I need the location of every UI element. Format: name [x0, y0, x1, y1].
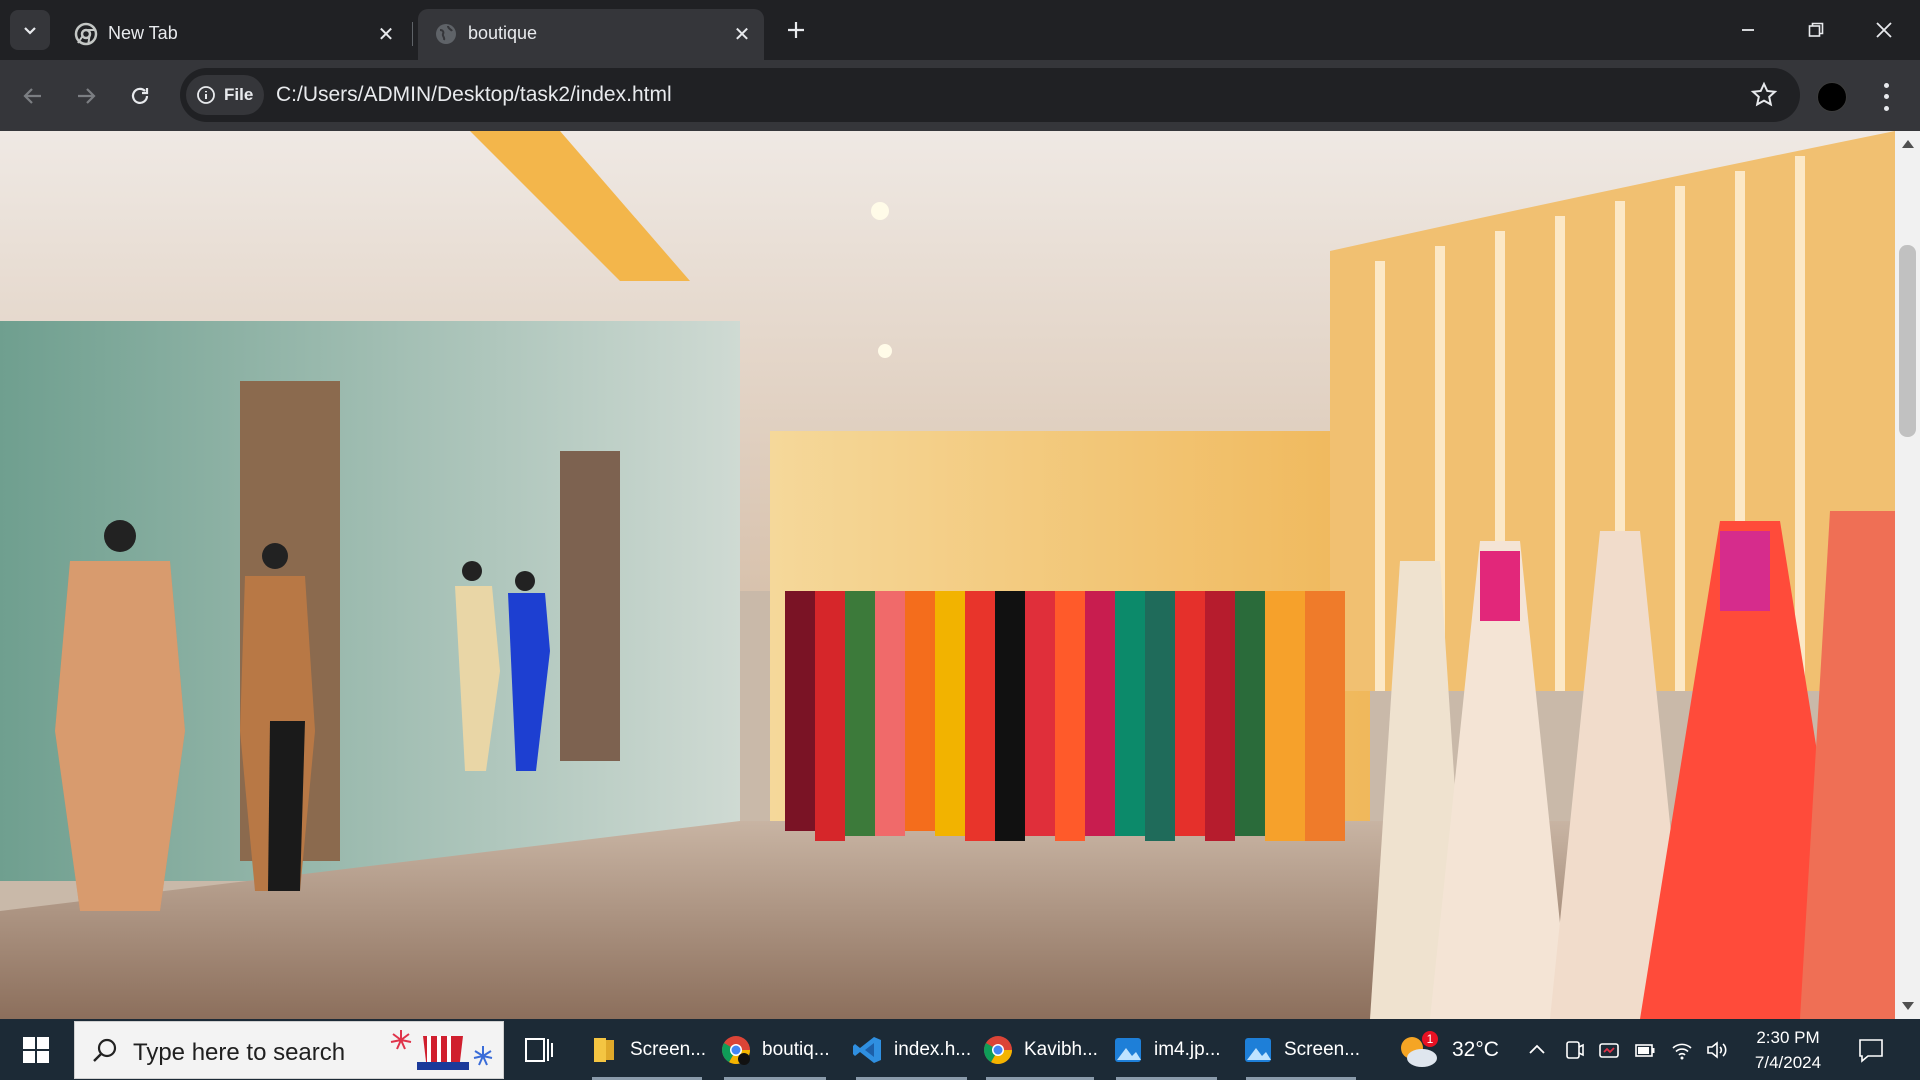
tab-title: boutique [468, 23, 538, 43]
site-chip-label: File [224, 85, 254, 104]
tab-search-button[interactable] [10, 10, 50, 50]
restore-icon [1808, 22, 1824, 37]
back-button[interactable] [15, 78, 51, 114]
scroll-thumb[interactable] [1899, 245, 1916, 437]
hero-image [0, 131, 1895, 1019]
taskbar: Type here to search Screen... boutiq... [0, 1019, 1920, 1080]
tab-title: New Tab [108, 23, 178, 43]
windows-logo-icon [23, 1036, 49, 1063]
volume-icon[interactable] [1705, 1038, 1729, 1062]
arrow-left-icon [23, 88, 41, 104]
tab-strip: New Tab ✕ boutique ✕ [0, 0, 1920, 60]
taskbar-app-file-explorer[interactable]: Screen... [588, 1019, 706, 1080]
taskbar-app-label: index.h... [894, 1038, 972, 1060]
arrow-right-icon [78, 88, 96, 104]
scroll-up-arrow-icon[interactable] [1902, 140, 1914, 148]
forward-button[interactable] [68, 78, 104, 114]
plus-icon [788, 22, 804, 38]
battery-icon[interactable] [1633, 1038, 1657, 1062]
minimize-button[interactable] [1714, 0, 1782, 60]
clock-date: 7/4/2024 [1754, 1053, 1822, 1072]
chrome-icon [74, 22, 98, 46]
chevron-up-icon[interactable] [1525, 1038, 1549, 1062]
site-info-chip[interactable]: File [186, 75, 264, 115]
restore-button[interactable] [1782, 0, 1850, 60]
bookmark-star-icon[interactable] [1750, 81, 1778, 109]
tab-boutique[interactable]: boutique ✕ [418, 9, 764, 60]
wifi-icon[interactable] [1670, 1038, 1694, 1062]
close-icon [1876, 22, 1892, 38]
photos-icon [1245, 1037, 1271, 1062]
close-icon[interactable]: ✕ [730, 22, 754, 46]
browser-toolbar: File C:/Users/ADMIN/Desktop/task2/index.… [0, 60, 1920, 131]
taskbar-app-label: Screen... [630, 1038, 707, 1060]
vertical-scrollbar[interactable] [1895, 131, 1920, 1019]
taskbar-app-label: im4.jp... [1154, 1038, 1221, 1060]
chevron-down-icon [24, 27, 36, 35]
weather-widget[interactable]: 1 32°C [1396, 1019, 1499, 1080]
search-icon [93, 1038, 117, 1062]
url-text[interactable]: C:/Users/ADMIN/Desktop/task2/index.html [276, 83, 672, 107]
tab-divider [412, 22, 413, 46]
file-explorer-icon [594, 1037, 614, 1062]
vscode-icon [853, 1036, 881, 1063]
browser-menu-button[interactable] [1874, 80, 1898, 114]
task-view-icon[interactable] [522, 1033, 556, 1067]
profile-avatar[interactable] [1817, 82, 1847, 112]
chrome-icon [722, 1035, 750, 1065]
fireworks-hat-icon [390, 1030, 493, 1070]
start-button[interactable] [0, 1019, 72, 1080]
taskbar-app-label: Kavibh... [1024, 1038, 1098, 1060]
tab-new-tab[interactable]: New Tab ✕ [58, 9, 408, 60]
notification-icon[interactable] [1856, 1035, 1886, 1065]
taskbar-app-chrome-boutique[interactable]: boutiq... [720, 1019, 830, 1080]
weather-badge: 1 [1426, 1032, 1434, 1046]
taskbar-app-photos-screen[interactable]: Screen... [1242, 1019, 1360, 1080]
taskbar-app-label: boutiq... [762, 1038, 830, 1060]
reload-button[interactable] [122, 78, 158, 114]
search-placeholder: Type here to search [133, 1039, 346, 1066]
info-icon [197, 86, 215, 104]
taskbar-app-photos-im4[interactable]: im4.jp... [1112, 1019, 1221, 1080]
globe-icon [436, 24, 456, 44]
close-icon[interactable]: ✕ [374, 22, 398, 46]
minimize-icon [1742, 29, 1754, 31]
weather-temp: 32°C [1452, 1037, 1499, 1061]
meet-now-icon[interactable] [1562, 1038, 1586, 1062]
photos-icon [1115, 1037, 1141, 1062]
reload-icon [131, 87, 149, 104]
page-viewport [0, 131, 1920, 1019]
taskbar-app-label: Screen... [1284, 1038, 1361, 1060]
chrome-icon [984, 1035, 1012, 1064]
clock-time: 2:30 PM [1756, 1028, 1820, 1047]
scroll-down-arrow-icon[interactable] [1902, 1002, 1914, 1010]
address-bar[interactable]: File C:/Users/ADMIN/Desktop/task2/index.… [180, 68, 1800, 122]
taskbar-app-vscode[interactable]: index.h... [852, 1019, 971, 1080]
app-tray-icon[interactable] [1597, 1038, 1621, 1062]
taskbar-search-box[interactable]: Type here to search [74, 1021, 504, 1079]
system-clock[interactable]: 2:30 PM 7/4/2024 [1740, 1025, 1836, 1075]
taskbar-app-chrome-kavibh[interactable]: Kavibh... [982, 1019, 1098, 1080]
close-window-button[interactable] [1850, 0, 1918, 60]
new-tab-button[interactable] [780, 14, 812, 46]
